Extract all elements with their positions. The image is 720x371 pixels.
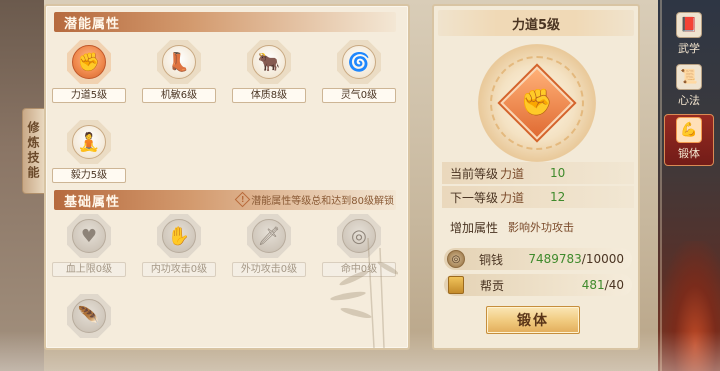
nav-label: 锻体 <box>678 147 700 160</box>
cost-need: 10000 <box>585 252 624 266</box>
nav-body-training[interactable]: 💪 锻体 <box>664 114 714 166</box>
heart-hand-icon: ♥ <box>72 219 106 253</box>
next-level-label: 下一等级 <box>450 190 499 205</box>
side-tab-cultivation[interactable]: 修炼技能 <box>22 108 44 194</box>
skill-label: 血上限0级 <box>52 262 126 277</box>
boot-icon: 👢 <box>162 45 196 79</box>
current-level-attr: 力道 <box>500 166 525 181</box>
temper-button[interactable]: 锻体 <box>486 306 580 334</box>
meditation-icon: 🧘 <box>72 125 106 159</box>
current-level-value: 10 <box>550 166 566 180</box>
cost-have: 481 <box>581 278 605 292</box>
detail-header: 力道5级 <box>438 10 634 36</box>
book-icon: 📕 <box>676 12 702 38</box>
copper-coin-icon: ◎ <box>447 250 465 268</box>
section-title: 基础属性 <box>64 194 121 210</box>
section-title: 潜能属性 <box>64 16 121 32</box>
effect-value: 影响外功攻击 <box>508 221 574 234</box>
detail-title: 力道5级 <box>511 17 561 33</box>
unlock-note-text: 潜能属性等级总和达到80级解锁 <box>251 196 394 207</box>
feather-icon: 🪶 <box>72 299 106 333</box>
skill-label: 力道5级 <box>52 88 126 103</box>
skill-label: 灵气0级 <box>322 88 396 103</box>
nav-label: 心法 <box>678 94 700 107</box>
fist-icon: ✊ <box>72 45 106 79</box>
cost-row-copper: ◎ 铜钱 7489783/10000 <box>444 248 632 270</box>
skill-agility[interactable]: 👢 机敏6级 <box>142 40 216 103</box>
cost-name: 铜钱 <box>479 252 504 267</box>
contribution-token-icon <box>448 276 464 294</box>
skill-spirit[interactable]: 🌀 灵气0级 <box>322 40 396 103</box>
warning-icon: ! <box>234 191 251 208</box>
bamboo-decoration <box>330 238 398 348</box>
side-tab-label: 修炼技能 <box>26 121 40 181</box>
skill-external-attack[interactable]: 🗡 外功攻击0级 <box>232 214 306 277</box>
skill-willpower[interactable]: 🧘 毅力5级 <box>52 120 126 183</box>
next-level-attr: 力道 <box>500 190 525 205</box>
skill-label: 机敏6级 <box>142 88 216 103</box>
skill-constitution[interactable]: 🐂 体质8级 <box>232 40 306 103</box>
skill-internal-attack[interactable]: ✋ 内功攻击0级 <box>142 214 216 277</box>
skill-max-hp[interactable]: ♥ 血上限0级 <box>52 214 126 277</box>
effect-row: 增加属性 影响外功攻击 <box>442 216 634 238</box>
section-header-potential: 潜能属性 <box>54 12 396 32</box>
skill-label: 体质8级 <box>232 88 306 103</box>
current-level-row: 当前等级 力道 10 <box>442 162 634 184</box>
cost-name: 帮贡 <box>480 278 505 293</box>
nav-divider <box>660 0 662 371</box>
cost-need: 40 <box>608 278 624 292</box>
cost-row-contribution: 帮贡 481/40 <box>444 274 632 296</box>
skill-label: 内功攻击0级 <box>142 262 216 277</box>
scroll-icon: 📜 <box>676 64 702 90</box>
next-level-row: 下一等级 力道 12 <box>442 186 634 208</box>
attribute-medal: ✊ <box>478 44 596 162</box>
skill-label: 外功攻击0级 <box>232 262 306 277</box>
ox-head-icon: 🐂 <box>252 45 286 79</box>
current-level-label: 当前等级 <box>450 166 499 181</box>
skill-strength[interactable]: ✊ 力道5级 <box>52 40 126 103</box>
skill-label: 毅力5级 <box>52 168 126 183</box>
effect-label: 增加属性 <box>450 220 499 235</box>
unlock-note: ! 潜能属性等级总和达到80级解锁 <box>234 191 394 208</box>
fist-icon: ✊ <box>520 88 554 118</box>
swirl-icon: 🌀 <box>342 45 376 79</box>
next-level-value: 12 <box>550 190 566 204</box>
nav-martial-arts[interactable]: 📕 武学 <box>664 10 714 62</box>
nav-label: 武学 <box>678 42 700 55</box>
attribute-panel: 潜能属性 ✊ 力道5级 👢 机敏6级 🐂 体质8级 🌀 灵气0级 🧘 毅力5级 … <box>44 4 410 350</box>
skill-fifth-basic[interactable]: 🪶 <box>52 294 126 338</box>
muscle-icon: 💪 <box>676 117 702 143</box>
sword-icon: 🗡 <box>252 219 286 253</box>
cost-have: 7489783 <box>528 252 582 266</box>
palm-icon: ✋ <box>162 219 196 253</box>
detail-panel: 力道5级 ✊ 当前等级 力道 10 下一等级 力道 12 增加属性 影响外功攻击… <box>432 4 640 350</box>
nav-mental-method[interactable]: 📜 心法 <box>664 62 714 114</box>
